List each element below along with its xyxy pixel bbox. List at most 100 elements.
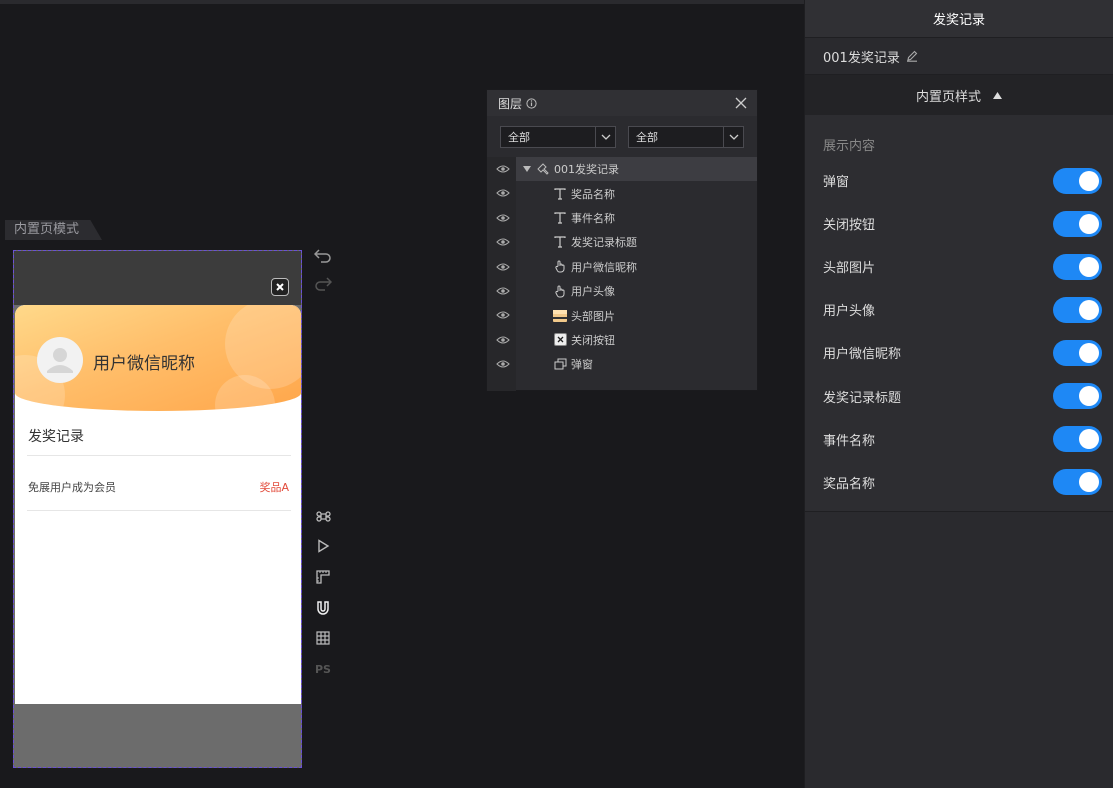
layer-label: 弹窗 bbox=[571, 358, 593, 372]
eye-icon[interactable] bbox=[496, 334, 510, 346]
toggle-switch[interactable] bbox=[1053, 469, 1102, 496]
layer-row[interactable]: 头部图片 bbox=[487, 303, 757, 327]
toggle-row: 弹窗 bbox=[805, 159, 1113, 202]
eye-icon[interactable] bbox=[496, 236, 510, 248]
layer-label: 头部图片 bbox=[571, 309, 615, 323]
eye-icon[interactable] bbox=[496, 261, 510, 273]
chevron-down-icon bbox=[729, 134, 738, 140]
toggle-switch[interactable] bbox=[1053, 167, 1102, 194]
component-name[interactable]: 001发奖记录 bbox=[823, 47, 900, 66]
properties-panel: 发奖记录 001发奖记录 内置页样式 展示内容 弹窗 关闭按钮 头部图片 用户头… bbox=[804, 0, 1113, 788]
eye-icon[interactable] bbox=[496, 187, 510, 199]
toggle-row: 用户头像 bbox=[805, 288, 1113, 331]
magnet-snap-button[interactable] bbox=[314, 599, 332, 617]
redo-icon bbox=[315, 277, 332, 291]
text-icon bbox=[553, 187, 567, 201]
layer-row[interactable]: 关闭按钮 bbox=[487, 328, 757, 352]
layer-label: 用户头像 bbox=[571, 285, 615, 299]
user-nickname[interactable]: 用户微信昵称 bbox=[93, 349, 195, 374]
select-value: 全部 bbox=[508, 131, 530, 144]
caret-up-icon bbox=[993, 91, 1002, 99]
toggle-switch[interactable] bbox=[1053, 210, 1102, 237]
chevron-down-icon bbox=[601, 134, 610, 140]
info-icon[interactable] bbox=[526, 97, 537, 109]
toggle-switch[interactable] bbox=[1053, 383, 1102, 410]
layer-filters: 全部 全部 bbox=[487, 116, 757, 156]
layer-filter-select-1[interactable]: 全部 bbox=[500, 126, 616, 148]
toggle-label: 头部图片 bbox=[823, 261, 876, 277]
toggle-switch[interactable] bbox=[1053, 253, 1102, 280]
toggle-row: 奖品名称 bbox=[805, 461, 1113, 504]
layer-row[interactable]: 发奖记录标题 bbox=[487, 230, 757, 254]
section-title: 内置页样式 bbox=[915, 89, 981, 105]
play-icon bbox=[318, 539, 330, 553]
toggle-row: 头部图片 bbox=[805, 245, 1113, 288]
divider bbox=[27, 455, 291, 456]
layer-label: 发奖记录标题 bbox=[571, 236, 637, 250]
layer-filter-select-2[interactable]: 全部 bbox=[628, 126, 744, 148]
layer-row[interactable]: 奖品名称 bbox=[487, 181, 757, 205]
popup-card: 用户微信昵称 发奖记录 免展用户成为会员 奖品A bbox=[15, 305, 301, 704]
layer-label: 事件名称 bbox=[571, 211, 615, 225]
divider bbox=[27, 510, 291, 511]
toggle-label: 事件名称 bbox=[823, 433, 876, 449]
toggle-row: 关闭按钮 bbox=[805, 202, 1113, 245]
layer-row[interactable]: 用户头像 bbox=[487, 279, 757, 303]
eye-icon[interactable] bbox=[496, 212, 510, 224]
section-header[interactable]: 内置页样式 bbox=[805, 75, 1113, 115]
layer-row[interactable]: 001发奖记录 bbox=[487, 157, 757, 182]
layers-panel: 图层 全部 全部 001发奖记录 奖品名称 事件名称 发奖记录标题 用户微信昵称… bbox=[486, 89, 758, 391]
layer-label: 用户微信昵称 bbox=[571, 260, 637, 274]
popup-mask-top bbox=[14, 251, 301, 305]
layers-header: 图层 bbox=[487, 90, 757, 116]
toggle-label: 奖品名称 bbox=[823, 476, 876, 492]
toggle-switch[interactable] bbox=[1053, 339, 1102, 366]
event-name[interactable]: 免展用户成为会员 bbox=[28, 479, 116, 495]
popup-icon bbox=[553, 357, 567, 371]
toggle-row: 用户微信昵称 bbox=[805, 331, 1113, 374]
grid-button[interactable] bbox=[314, 629, 332, 647]
layer-row[interactable]: 事件名称 bbox=[487, 206, 757, 230]
undo-button[interactable] bbox=[314, 247, 332, 265]
eye-icon[interactable] bbox=[496, 309, 510, 321]
caret-down-icon[interactable] bbox=[523, 166, 531, 173]
phone-preview[interactable]: 用户微信昵称 发奖记录 免展用户成为会员 奖品A bbox=[13, 250, 302, 768]
prize-name[interactable]: 奖品A bbox=[259, 479, 289, 495]
redo-button[interactable] bbox=[314, 275, 332, 293]
layer-tree: 001发奖记录 奖品名称 事件名称 发奖记录标题 用户微信昵称 用户头像 头部图… bbox=[487, 157, 757, 391]
image-icon bbox=[553, 309, 567, 323]
preview-play-button[interactable] bbox=[314, 537, 332, 555]
toggle-label: 发奖记录标题 bbox=[823, 390, 902, 406]
toggle-switch[interactable] bbox=[1053, 296, 1102, 323]
eye-icon[interactable] bbox=[496, 285, 510, 297]
edit-pencil-icon[interactable] bbox=[906, 50, 918, 62]
layer-row[interactable]: 弹窗 bbox=[487, 352, 757, 376]
undo-icon bbox=[314, 249, 331, 263]
text-icon bbox=[553, 211, 567, 225]
magnet-icon bbox=[317, 600, 329, 615]
layers-title: 图层 bbox=[498, 96, 523, 111]
toggle-label: 用户头像 bbox=[823, 304, 876, 320]
user-avatar[interactable] bbox=[37, 337, 83, 383]
ruler-button[interactable] bbox=[314, 568, 332, 586]
preview-close-button[interactable] bbox=[271, 278, 289, 296]
shortcut-button[interactable] bbox=[314, 507, 332, 525]
close-box-icon bbox=[553, 333, 567, 347]
subsection-label: 展示内容 bbox=[823, 138, 876, 154]
top-border bbox=[0, 0, 804, 4]
toggle-switch[interactable] bbox=[1053, 426, 1102, 453]
close-icon[interactable] bbox=[735, 97, 747, 109]
toggle-row: 事件名称 bbox=[805, 418, 1113, 461]
ps-button[interactable]: PS bbox=[314, 660, 332, 678]
layer-row[interactable]: 用户微信昵称 bbox=[487, 255, 757, 279]
canvas-mode-tab[interactable]: 内置页模式 bbox=[5, 220, 102, 240]
hand-icon bbox=[553, 284, 567, 298]
component-name-row: 001发奖记录 bbox=[805, 38, 1113, 75]
grid-icon bbox=[316, 631, 330, 645]
header-image[interactable]: 用户微信昵称 bbox=[15, 305, 301, 411]
layer-label: 关闭按钮 bbox=[571, 333, 615, 347]
eye-icon[interactable] bbox=[496, 163, 510, 175]
record-title[interactable]: 发奖记录 bbox=[28, 426, 84, 446]
hand-icon bbox=[553, 260, 567, 274]
eye-icon[interactable] bbox=[496, 358, 510, 370]
